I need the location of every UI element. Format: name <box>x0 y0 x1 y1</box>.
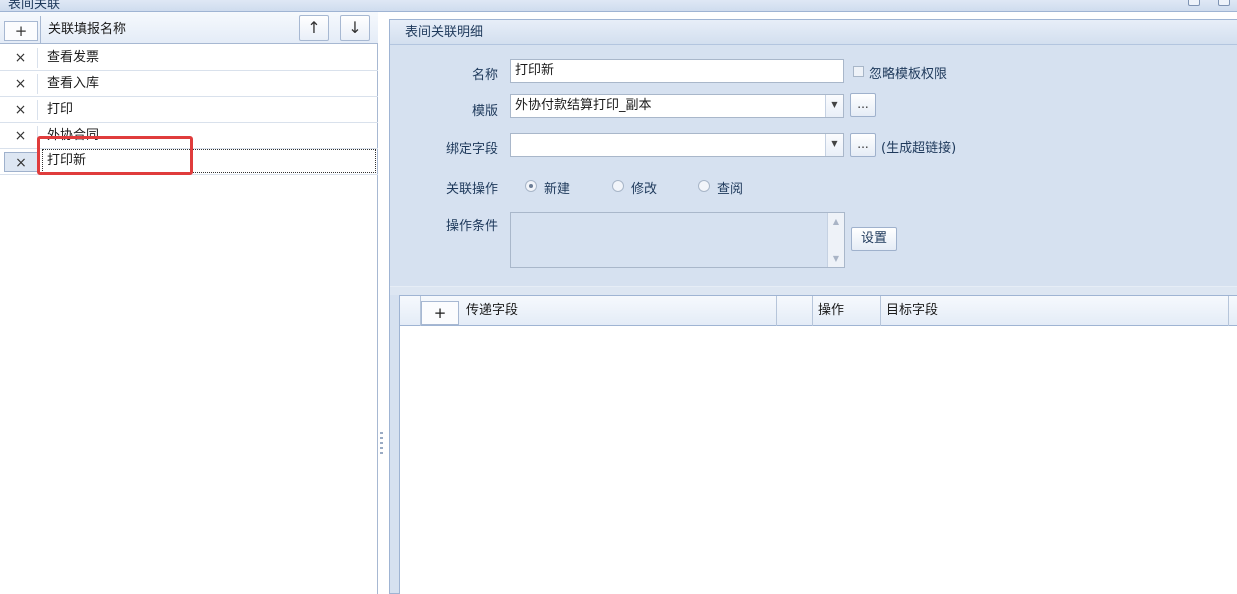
bind-field-select[interactable]: ▼ <box>510 133 844 157</box>
restore-window-button[interactable] <box>1188 0 1200 6</box>
condition-label: 操作条件 <box>445 219 498 234</box>
bind-field-label: 绑定字段 <box>445 142 498 157</box>
radio-new-label: 新建 <box>544 182 571 197</box>
list-item-name: 打印 <box>47 102 74 117</box>
list-item-name: 查看发票 <box>47 50 100 65</box>
chevron-down-icon[interactable]: ▼ <box>825 95 843 117</box>
field-mapping-grid-header: + 传递字段 操作 目标字段 <box>400 296 1237 326</box>
list-item[interactable]: × 查看发票 <box>0 45 378 71</box>
column-header-operation[interactable]: 操作 <box>813 296 881 326</box>
list-item[interactable]: × 查看入库 <box>0 71 378 97</box>
ignore-permission-checkbox[interactable] <box>853 66 864 77</box>
condition-scrollbar[interactable]: ▲ ▼ <box>827 213 844 267</box>
delete-item-button[interactable]: × <box>4 152 38 172</box>
column-header-target-field[interactable]: 目标字段 <box>881 296 1229 326</box>
radio-modify-label: 修改 <box>631 182 658 197</box>
radio-new[interactable] <box>525 180 537 192</box>
panel-splitter-handle[interactable] <box>380 432 383 454</box>
delete-item-button[interactable]: × <box>4 74 38 94</box>
add-link-button[interactable]: + <box>4 21 38 41</box>
column-header-blank[interactable] <box>777 296 813 326</box>
list-item[interactable]: × 打印 <box>0 97 378 123</box>
section-separator <box>390 286 1237 295</box>
ignore-permission-label: 忽略模板权限 <box>869 67 948 82</box>
settings-button[interactable]: 设置 <box>851 227 897 251</box>
scroll-down-icon[interactable]: ▼ <box>828 254 844 263</box>
delete-item-button[interactable]: × <box>4 126 38 146</box>
template-browse-button[interactable]: ... <box>850 93 876 117</box>
template-label: 模版 <box>471 104 498 119</box>
chevron-down-icon[interactable]: ▼ <box>825 134 843 156</box>
row-indicator-column <box>400 296 421 326</box>
condition-textarea[interactable]: ▲ ▼ <box>510 212 845 268</box>
template-select-value: 外协付款结算打印_副本 <box>515 98 652 113</box>
bind-field-browse-button[interactable]: ... <box>850 133 876 157</box>
radio-view[interactable] <box>698 180 710 192</box>
move-up-button[interactable]: ↑ <box>299 15 329 41</box>
add-mapping-button[interactable]: + <box>421 301 459 325</box>
radio-modify[interactable] <box>612 180 624 192</box>
window-title: 表间关联 <box>8 0 61 12</box>
link-detail-panel: 表间关联明细 名称 打印新 忽略模板权限 模版 外协付款结算打印_副本 ▼ ..… <box>389 19 1237 594</box>
template-select[interactable]: 外协付款结算打印_副本 ▼ <box>510 94 844 118</box>
column-header-source-field[interactable]: 传递字段 <box>461 296 777 326</box>
link-list-header: + 关联填报名称 ↑ ↓ <box>0 12 378 44</box>
link-name-column-label: 关联填报名称 <box>48 22 127 37</box>
radio-view-label: 查阅 <box>717 182 744 197</box>
window-titlebar: 表间关联 <box>0 0 1237 12</box>
name-input[interactable]: 打印新 <box>510 59 844 83</box>
close-window-button[interactable] <box>1218 0 1230 6</box>
detail-group-title: 表间关联明细 <box>390 20 1237 45</box>
link-list-panel: + 关联填报名称 ↑ ↓ × 查看发票 × 查看入库 × 打印 × 外协合同 ×… <box>0 12 378 594</box>
operation-label: 关联操作 <box>445 182 498 197</box>
selection-highlight-box <box>37 136 193 175</box>
hyperlink-note: (生成超链接) <box>881 141 957 156</box>
field-mapping-grid: + 传递字段 操作 目标字段 <box>399 295 1237 594</box>
scroll-up-icon[interactable]: ▲ <box>828 217 844 226</box>
delete-item-button[interactable]: × <box>4 48 38 68</box>
delete-item-button[interactable]: × <box>4 100 38 120</box>
move-down-button[interactable]: ↓ <box>340 15 370 41</box>
list-item-name: 查看入库 <box>47 76 100 91</box>
name-label: 名称 <box>471 68 498 83</box>
